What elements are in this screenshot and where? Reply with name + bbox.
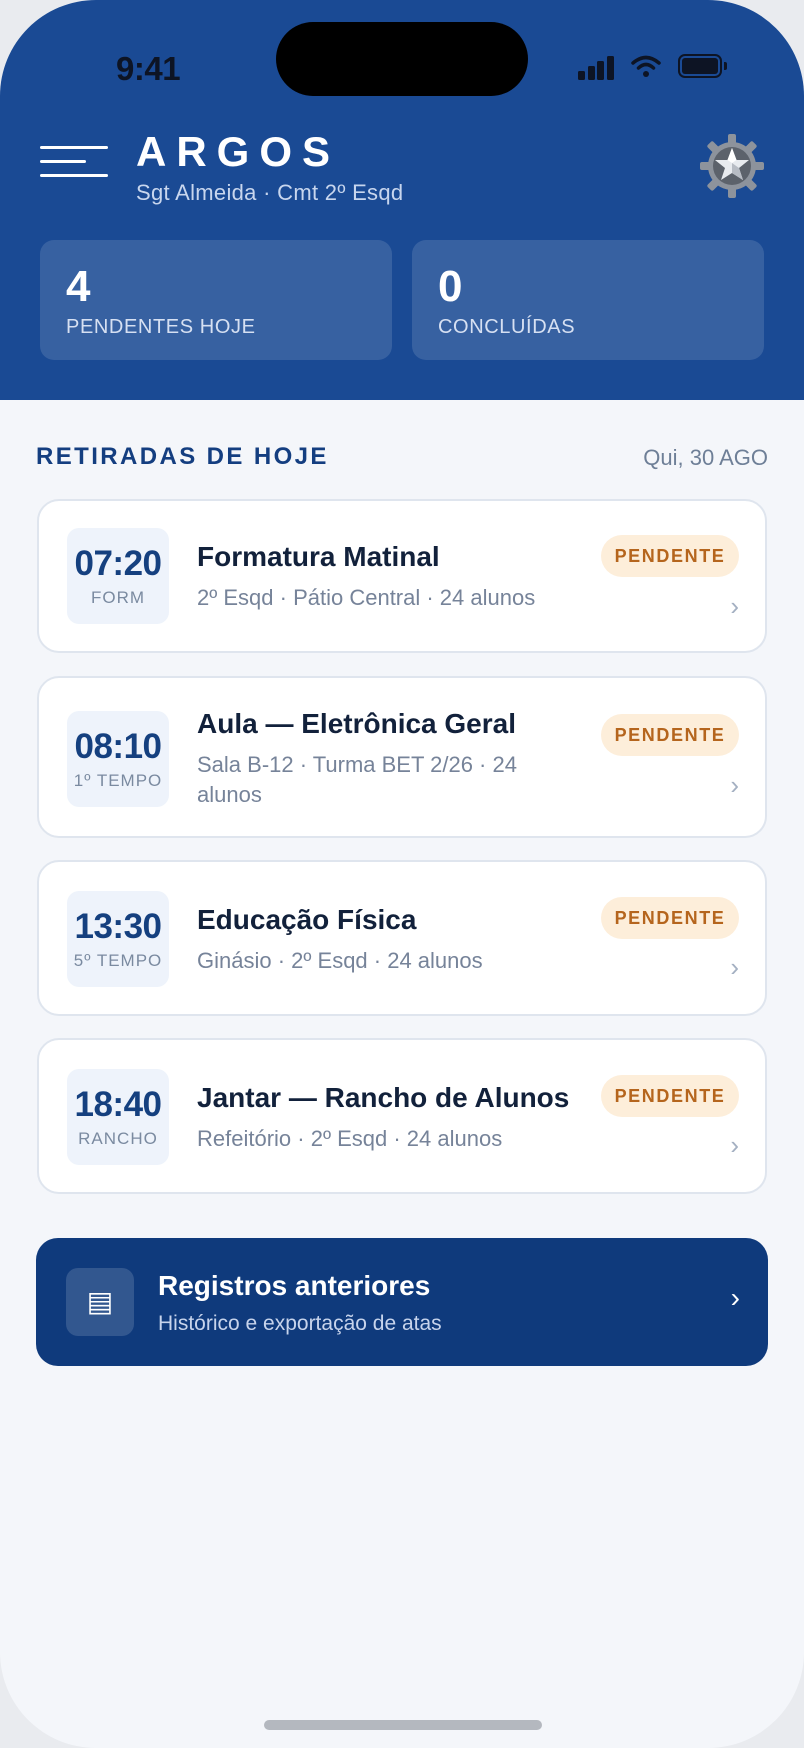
signal-icon — [578, 56, 614, 80]
card-meta: Sala B-12 · Turma BET 2/26 · 24 alunos — [197, 752, 517, 807]
chevron-right-icon: › — [730, 591, 739, 621]
schedule-card[interactable]: 18:40 RANCHO Jantar — Rancho de Alunos R… — [37, 1038, 767, 1194]
schedule-card[interactable]: 08:10 1º TEMPO Aula — Eletrônica Geral S… — [37, 676, 767, 838]
status-badge: PENDENTE — [601, 535, 739, 577]
stat-value: 4 — [66, 262, 91, 311]
time-box: 18:40 RANCHO — [67, 1069, 169, 1165]
user-subtitle: Sgt Almeida · Cmt 2º Esqd — [136, 180, 404, 205]
hamburger-icon — [40, 146, 108, 149]
history-button[interactable]: ▤ Registros anteriores Histórico e expor… — [36, 1238, 768, 1366]
time-period: 1º TEMPO — [73, 771, 163, 790]
battery-icon — [678, 54, 727, 78]
phone-screen: 9:41 ARGOS Sgt Almeida · Cmt 2º Esqd 4 P… — [0, 0, 804, 1748]
app-title: ARGOS — [136, 128, 341, 175]
document-list-icon: ▤ — [66, 1268, 134, 1336]
chevron-right-icon: › — [730, 770, 739, 800]
status-time: 9:41 — [116, 50, 181, 87]
time-box: 13:30 5º TEMPO — [67, 891, 169, 987]
status-badge: PENDENTE — [601, 714, 739, 756]
chevron-right-icon: › — [730, 952, 739, 982]
card-meta: Ginásio · 2º Esqd · 24 alunos — [197, 948, 483, 973]
status-badge: PENDENTE — [601, 1075, 739, 1117]
card-title: Jantar — Rancho de Alunos — [197, 1082, 570, 1113]
stat-card-pending: 4 PENDENTES HOJE — [40, 240, 392, 360]
chevron-right-icon: › — [730, 1282, 740, 1313]
schedule-card[interactable]: 07:20 FORM Formatura Matinal 2º Esqd · P… — [37, 499, 767, 653]
stat-label: PENDENTES HOJE — [66, 316, 256, 338]
settings-button[interactable] — [698, 132, 766, 200]
time-box: 07:20 FORM — [67, 528, 169, 624]
section-title: RETIRADAS DE HOJE — [36, 443, 329, 470]
time-value: 13:30 — [74, 907, 162, 946]
wifi-icon — [631, 55, 661, 77]
time-period: 5º TEMPO — [73, 951, 163, 970]
time-value: 08:10 — [74, 727, 162, 766]
app-header: 9:41 ARGOS Sgt Almeida · Cmt 2º Esqd 4 P… — [0, 0, 804, 400]
chevron-right-icon: › — [730, 1130, 739, 1160]
time-box: 08:10 1º TEMPO — [67, 711, 169, 807]
time-value: 07:20 — [74, 544, 162, 583]
schedule-card[interactable]: 13:30 5º TEMPO Educação Física Ginásio ·… — [37, 860, 767, 1016]
card-meta: Refeitório · 2º Esqd · 24 alunos — [197, 1126, 503, 1151]
card-title: Aula — Eletrônica Geral — [197, 708, 516, 739]
dynamic-island — [276, 22, 528, 96]
time-period: FORM — [90, 588, 146, 607]
card-title: Formatura Matinal — [197, 541, 440, 572]
section-date: Qui, 30 AGO — [643, 445, 768, 470]
card-meta: 2º Esqd · Pátio Central · 24 alunos — [197, 585, 536, 610]
time-value: 18:40 — [74, 1085, 162, 1124]
history-title: Registros anteriores — [158, 1270, 431, 1301]
stat-value: 0 — [438, 262, 463, 311]
home-indicator — [264, 1720, 542, 1730]
menu-button[interactable] — [40, 146, 108, 182]
time-period: RANCHO — [78, 1129, 158, 1148]
gear-star-icon — [700, 134, 764, 198]
stat-label: CONCLUÍDAS — [438, 316, 576, 338]
card-title: Educação Física — [197, 904, 417, 935]
history-subtitle: Histórico e exportação de atas — [158, 1312, 442, 1335]
stat-card-completed: 0 CONCLUÍDAS — [412, 240, 764, 360]
status-badge: PENDENTE — [601, 897, 739, 939]
